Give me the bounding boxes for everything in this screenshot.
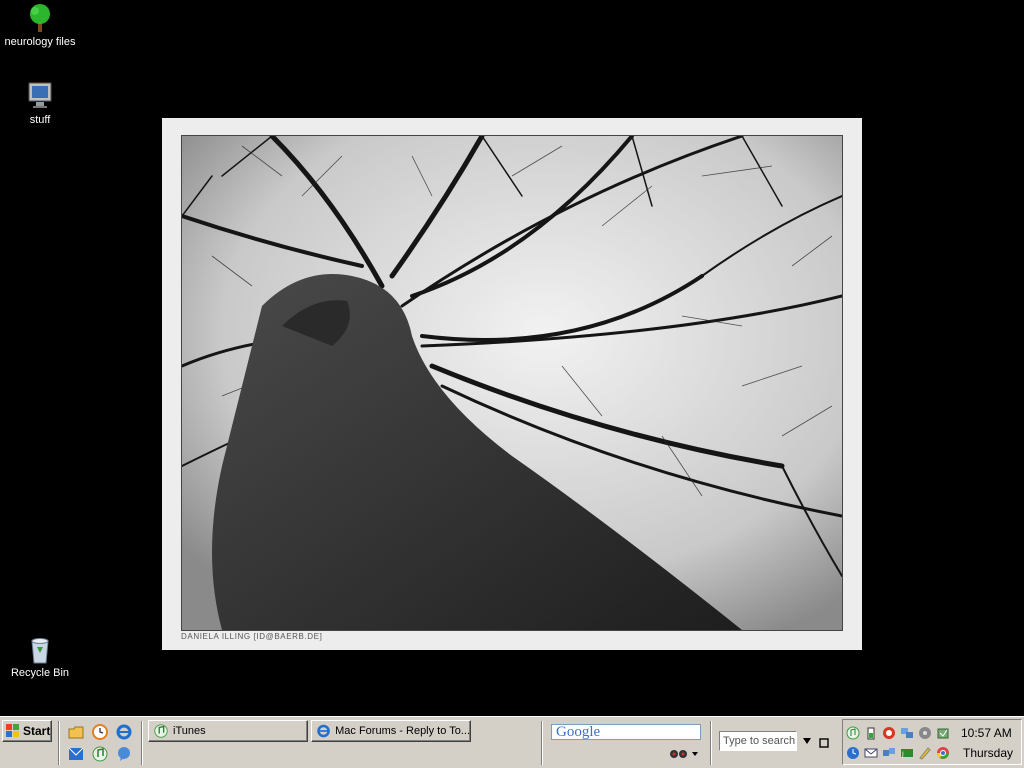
internet-explorer-icon[interactable]	[115, 723, 133, 741]
desktop-icon-label: stuff	[29, 114, 51, 126]
desktop-icon-stuff[interactable]: stuff	[0, 80, 80, 126]
tree-photo-graphic	[182, 136, 842, 630]
google-logo: Google	[556, 724, 601, 740]
folder-icon[interactable]	[67, 723, 85, 741]
google-toolbar[interactable]: Google	[551, 724, 701, 740]
desktop-icon-label: neurology files	[4, 36, 76, 48]
tree-icon	[30, 4, 50, 32]
network-icon[interactable]	[900, 726, 914, 740]
clock-day: Thursday	[963, 746, 1014, 760]
svg-text:J: J	[901, 751, 904, 758]
internet-explorer-icon	[317, 724, 330, 738]
search-input[interactable]: Type to search	[719, 731, 797, 751]
taskbar-separator	[58, 721, 60, 765]
clock-icon[interactable]	[846, 746, 860, 760]
java-icon[interactable]: J	[900, 746, 914, 760]
windows-logo-icon	[6, 724, 19, 737]
monitor-icon	[28, 82, 52, 108]
taskbar-separator	[141, 721, 143, 765]
wallpaper-frame: DANIELA ILLING [ID@BAERB.DE]	[162, 118, 862, 650]
pen-icon[interactable]	[918, 746, 932, 760]
mail-icon[interactable]	[864, 746, 878, 760]
tree-photo	[181, 135, 843, 631]
antivirus-icon[interactable]	[882, 726, 896, 740]
taskbar-separator	[710, 721, 712, 765]
update-icon[interactable]	[936, 726, 950, 740]
photo-caption: DANIELA ILLING [ID@BAERB.DE]	[181, 632, 323, 641]
desktop-icon-neurology-files[interactable]: neurology files	[0, 2, 80, 48]
clock-icon[interactable]	[91, 723, 109, 741]
network2-icon[interactable]	[882, 746, 896, 760]
recycle-bin-icon	[31, 638, 49, 664]
itunes-icon[interactable]	[91, 745, 109, 763]
task-label: Mac Forums - Reply to To...	[335, 725, 470, 737]
desktop-icon-recycle-bin[interactable]: Recycle Bin	[0, 633, 80, 679]
itunes-icon	[154, 724, 168, 738]
start-label: Start	[23, 724, 51, 738]
task-label: iTunes	[173, 725, 206, 737]
speaker-icon[interactable]	[918, 726, 932, 740]
outlook-icon[interactable]	[67, 745, 85, 763]
start-button[interactable]: Start	[2, 720, 52, 742]
battery-icon[interactable]	[864, 726, 878, 740]
task-button-mac-forums[interactable]: Mac Forums - Reply to To...	[311, 720, 471, 742]
binoculars-icon[interactable]	[668, 745, 698, 761]
taskbar: Start iTunes Mac Forums - Reply to To...…	[0, 716, 1024, 768]
chrome-icon[interactable]	[936, 746, 950, 760]
itunes-icon[interactable]	[846, 726, 860, 740]
desktop-icon-label: Recycle Bin	[10, 667, 70, 679]
messenger-icon[interactable]	[115, 745, 133, 763]
task-button-itunes[interactable]: iTunes	[148, 720, 308, 742]
clock-time[interactable]: 10:57 AM	[961, 726, 1012, 740]
restore-icon[interactable]	[819, 738, 829, 748]
taskbar-separator	[541, 721, 543, 765]
chevron-down-icon[interactable]	[802, 737, 812, 745]
system-tray: J 10:57 AM Thursday	[842, 719, 1022, 765]
